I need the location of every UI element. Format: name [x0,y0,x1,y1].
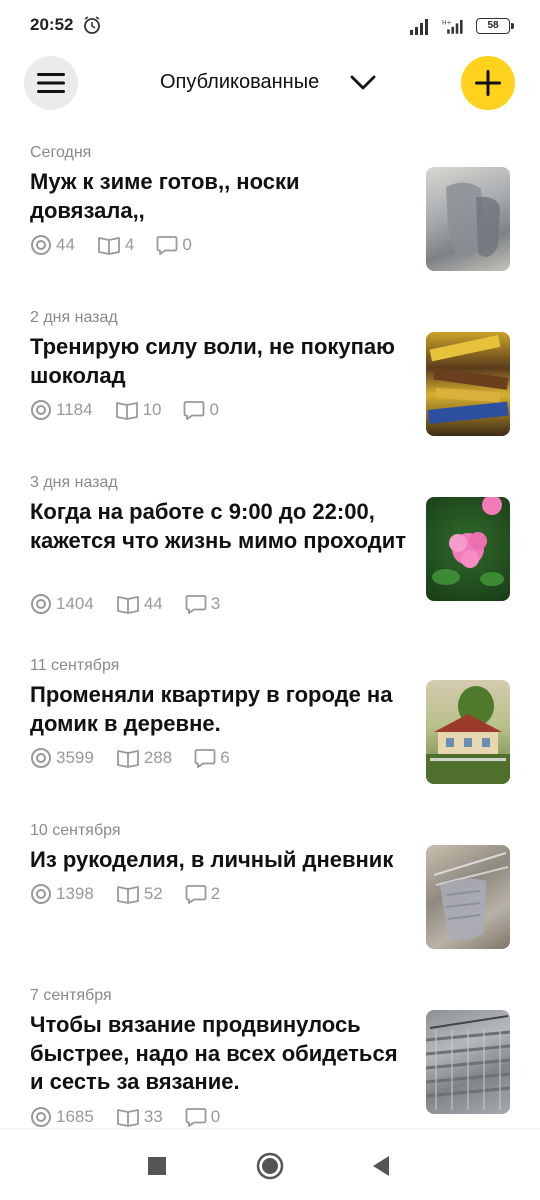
views-icon [31,884,51,904]
reads-stat: 4 [97,235,134,255]
reads-count: 33 [143,1107,163,1126]
reads-icon [98,237,120,255]
grey-knitting-photo[interactable] [426,1010,510,1114]
comments-count: 2 [210,884,221,903]
post-title[interactable]: Тренирую силу воли, не покупаю шоколад [30,333,415,390]
post-date: 7 сентября [30,987,112,1004]
signal-hplus-icon: H+ [442,19,463,34]
comments-stat: 0 [185,1107,220,1127]
reads-count: 44 [143,594,163,613]
signal-icon [410,19,428,35]
svg-text:H+: H+ [442,19,452,26]
comments-count: 6 [220,748,230,767]
comments-icon [185,1108,207,1127]
views-count: 1685 [56,1107,94,1126]
views-count: 1398 [56,884,94,903]
home-icon [256,1152,284,1180]
views-stat: 1685 [30,1106,94,1128]
reads-count: 10 [142,400,162,419]
views-stat: 1398 [30,883,94,905]
post-date: 10 сентября [30,822,121,839]
plus-icon [475,70,501,96]
post-title[interactable]: Когда на работе с 9:00 до 22:00, кажется… [30,498,415,555]
comments-count: 3 [210,594,221,613]
menu-button[interactable] [24,56,78,110]
reads-icon [116,886,139,904]
comments-icon [185,885,207,904]
reads-stat: 288 [116,748,172,768]
status-bar: 20:52 H+ 58 [0,0,540,52]
page-title[interactable]: Опубликованные [160,71,319,94]
views-icon [31,1107,51,1127]
battery-icon: 58 [476,18,514,34]
reads-icon [116,750,139,768]
hamburger-icon [37,73,65,93]
post-stats: 1398 52 2 [30,883,242,905]
comments-stat: 3 [185,594,220,614]
reads-count: 288 [143,748,173,767]
views-stat: 1184 [30,399,93,421]
views-icon [31,235,51,255]
comments-stat: 0 [156,235,192,255]
comments-stat: 2 [185,884,220,904]
reads-count: 4 [124,235,135,254]
alarm-icon [84,16,100,34]
recents-button[interactable] [142,1151,172,1181]
views-stat: 44 [30,234,75,256]
views-count: 1404 [56,594,94,613]
add-post-button[interactable] [461,56,515,110]
comments-icon [156,236,178,255]
knitting-needles-photo[interactable] [426,845,510,949]
pink-flowers-photo[interactable] [426,497,510,601]
country-house-photo[interactable] [426,680,510,784]
reads-stat: 10 [115,400,162,420]
reads-stat: 33 [116,1107,163,1127]
back-button[interactable] [366,1151,396,1181]
views-stat: 1404 [30,593,94,615]
comments-icon [185,595,207,614]
views-stat: 3599 [30,747,94,769]
comments-count: 0 [209,400,219,419]
comments-icon [184,401,205,420]
reads-stat: 52 [116,884,163,904]
post-date: Сегодня [30,144,92,161]
reads-icon [115,402,138,420]
system-nav-bar [0,1128,540,1200]
post-title[interactable]: Чтобы вязание продвинулось быстрее, надо… [30,1011,415,1097]
knitted-socks-photo[interactable] [426,167,510,271]
views-icon [31,594,51,614]
reads-count: 52 [143,884,163,903]
views-icon [31,748,51,768]
views-count: 3599 [56,748,94,767]
post-stats: 1404 44 3 [30,593,242,615]
comments-count: 0 [182,235,192,254]
comments-stat: 6 [194,748,230,768]
reads-icon [116,1109,139,1127]
comments-icon [194,749,216,768]
chocolate-bars-photo[interactable] [426,332,510,436]
reads-icon [116,596,139,614]
app-header: Опубликованные [0,55,540,113]
views-icon [31,400,51,420]
post-title[interactable]: Муж к зиме готов,, носки довязала,, [30,168,415,225]
views-count: 1184 [56,400,93,419]
back-icon [373,1156,389,1176]
reads-stat: 44 [116,594,163,614]
post-stats: 44 4 0 [30,234,214,256]
post-stats: 3599 288 6 [30,747,252,769]
comments-count: 0 [210,1107,221,1126]
recents-icon [148,1157,166,1175]
post-date: 3 дня назад [30,474,118,491]
post-stats: 1184 10 0 [30,399,241,421]
home-button[interactable] [255,1151,285,1181]
comments-stat: 0 [183,400,219,420]
post-date: 11 сентября [30,657,120,674]
post-stats: 1685 33 0 [30,1106,242,1128]
status-time: 20:52 [30,15,74,34]
post-date: 2 дня назад [30,309,118,326]
post-title[interactable]: Из рукоделия, в личный дневник [30,846,415,875]
views-count: 44 [56,235,75,254]
chevron-down-icon[interactable] [350,73,376,91]
post-title[interactable]: Променяли квартиру в городе на домик в д… [30,681,415,738]
